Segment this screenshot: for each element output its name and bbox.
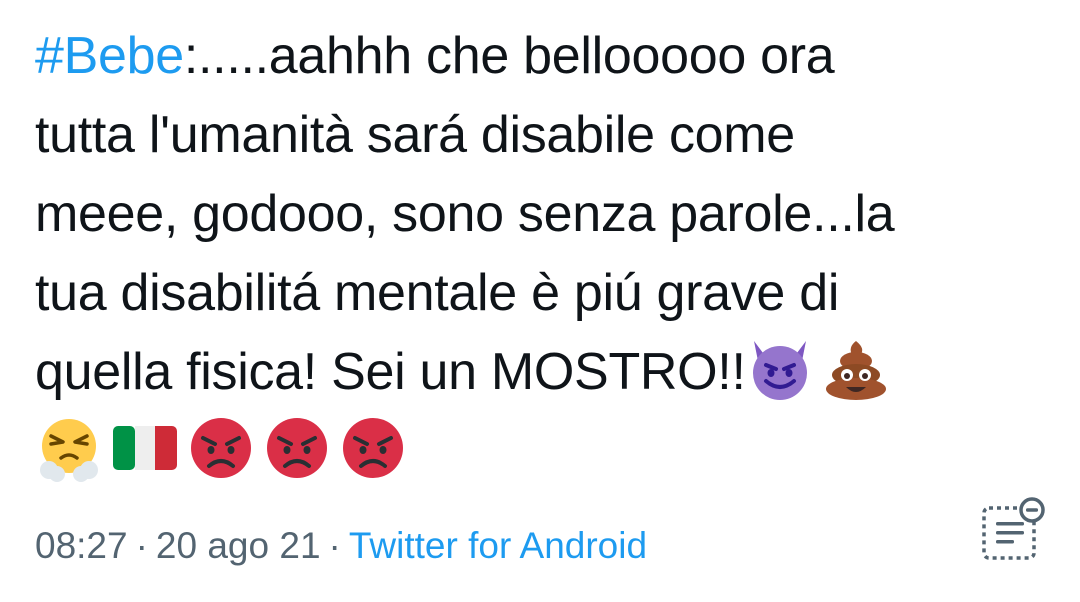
pile-of-poo-icon (822, 335, 890, 403)
tweet-line-1-text: :.....aahhh che bellooooo ora (183, 27, 835, 85)
tweet-meta: 08:27 · 20 ago 21 · Twitter for Android (35, 522, 647, 570)
tweet-time[interactable]: 08:27 (35, 525, 128, 566)
pouting-face-icon (263, 414, 331, 482)
meta-separator: · (328, 525, 341, 566)
tweet-line-3: meee, godooo, sono senza parole...la (35, 185, 895, 243)
smiling-imp-icon (746, 335, 814, 403)
tweet-source-link[interactable]: Twitter for Android (349, 525, 647, 566)
emoji-row (35, 414, 407, 484)
tweet-line-1: #Bebe:.....aahhh che bellooooo ora (35, 17, 1055, 96)
meta-separator: · (135, 525, 148, 566)
tweet-date[interactable]: 20 ago 21 (156, 525, 321, 566)
tweet-line-2: tutta l'umanità sará disabile come (35, 106, 795, 164)
community-note-icon[interactable] (978, 494, 1048, 564)
pouting-face-icon (339, 414, 407, 482)
tweet-line-4: tua disabilitá mentale è piú grave di (35, 264, 840, 322)
hashtag-link[interactable]: #Bebe (35, 27, 184, 85)
italy-flag-icon (111, 414, 179, 482)
tweet-line-5: quella fisica! Sei un MOSTRO!! (35, 333, 1055, 412)
tweet-text: #Bebe:.....aahhh che bellooooo ora tutta… (35, 17, 1055, 412)
steam-from-nose-icon (35, 414, 103, 482)
tweet-line-5-text: quella fisica! Sei un MOSTRO!! (35, 343, 746, 401)
pouting-face-icon (187, 414, 255, 482)
